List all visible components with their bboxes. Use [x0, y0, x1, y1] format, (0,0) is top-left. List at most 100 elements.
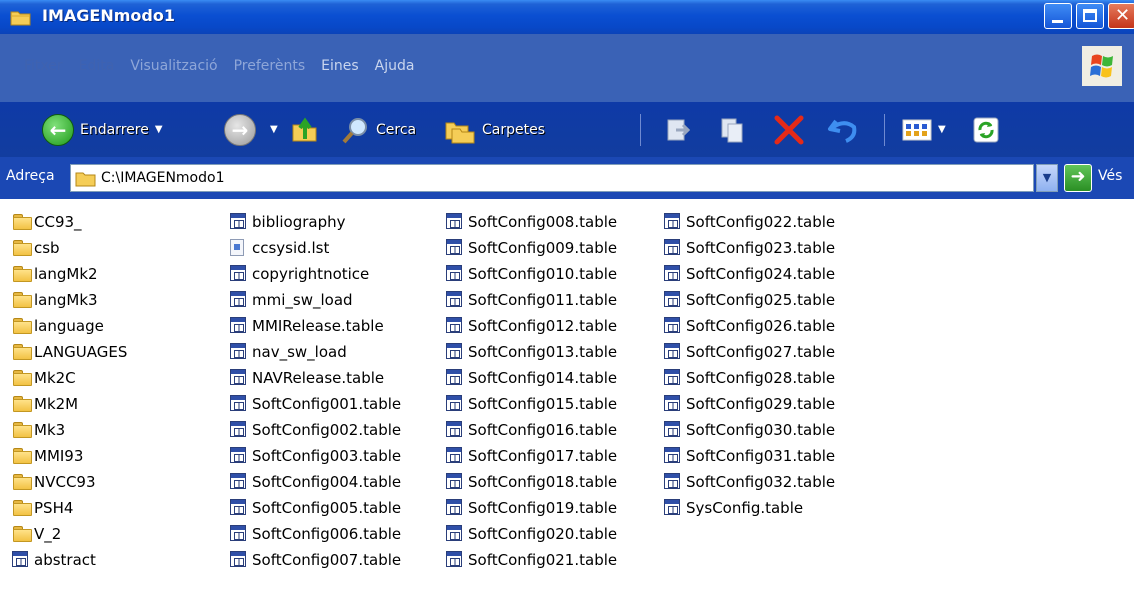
menu-file[interactable]: Fitxer: [16, 54, 71, 78]
file-item[interactable]: MMIRelease.table: [230, 313, 401, 339]
close-button[interactable]: [1108, 3, 1134, 29]
file-name: SoftConfig012.table: [468, 317, 618, 335]
back-button[interactable]: ← Endarrere ▼: [42, 102, 163, 157]
undo-button[interactable]: [826, 102, 860, 157]
file-item[interactable]: SoftConfig002.table: [230, 417, 401, 443]
maximize-button[interactable]: [1076, 3, 1104, 29]
file-item[interactable]: SoftConfig024.table: [664, 261, 835, 287]
file-item[interactable]: SoftConfig004.table: [230, 469, 401, 495]
file-item[interactable]: SoftConfig027.table: [664, 339, 835, 365]
file-item[interactable]: SoftConfig023.table: [664, 235, 835, 261]
file-item[interactable]: csb: [12, 235, 127, 261]
file-item[interactable]: SoftConfig032.table: [664, 469, 835, 495]
file-item[interactable]: SoftConfig011.table: [446, 287, 617, 313]
file-item[interactable]: PSH4: [12, 495, 127, 521]
file-item[interactable]: Mk2M: [12, 391, 127, 417]
file-item[interactable]: Mk3: [12, 417, 127, 443]
menu-view[interactable]: Visualització: [122, 54, 225, 78]
file-name: language: [34, 317, 104, 335]
minimize-button[interactable]: [1044, 3, 1072, 29]
file-item[interactable]: SoftConfig020.table: [446, 521, 617, 547]
file-item[interactable]: SoftConfig021.table: [446, 547, 617, 573]
file-item[interactable]: copyrightnotice: [230, 261, 401, 287]
file-item[interactable]: SoftConfig010.table: [446, 261, 617, 287]
table-file-icon: [664, 291, 684, 309]
file-item[interactable]: language: [12, 313, 127, 339]
address-input[interactable]: C:\IMAGENmodo1: [70, 164, 1034, 192]
file-item[interactable]: SoftConfig003.table: [230, 443, 401, 469]
move-to-button[interactable]: [662, 102, 692, 157]
file-item[interactable]: SoftConfig006.table: [230, 521, 401, 547]
delete-button[interactable]: [772, 102, 806, 157]
file-item[interactable]: abstract: [12, 547, 127, 573]
file-item[interactable]: SoftConfig028.table: [664, 365, 835, 391]
forward-arrow-icon: →: [224, 113, 256, 146]
file-item[interactable]: SoftConfig015.table: [446, 391, 617, 417]
forward-button[interactable]: → ▼: [224, 102, 278, 157]
file-item[interactable]: SysConfig.table: [664, 495, 835, 521]
search-icon: [342, 117, 367, 143]
file-item[interactable]: SoftConfig031.table: [664, 443, 835, 469]
views-dropdown-icon[interactable]: ▼: [938, 124, 946, 135]
file-item[interactable]: NAVRelease.table: [230, 365, 401, 391]
back-dropdown-icon[interactable]: ▼: [155, 124, 163, 135]
file-item[interactable]: Mk2C: [12, 365, 127, 391]
file-item[interactable]: NVCC93: [12, 469, 127, 495]
table-file-icon: [664, 395, 684, 413]
address-dropdown-icon[interactable]: ▼: [1036, 164, 1058, 192]
file-item[interactable]: SoftConfig007.table: [230, 547, 401, 573]
file-name: SoftConfig014.table: [468, 369, 618, 387]
copy-to-button[interactable]: [718, 102, 748, 157]
file-item[interactable]: SoftConfig016.table: [446, 417, 617, 443]
go-label[interactable]: Vés: [1098, 168, 1122, 184]
file-item[interactable]: langMk3: [12, 287, 127, 313]
file-item[interactable]: nav_sw_load: [230, 339, 401, 365]
file-item[interactable]: SoftConfig025.table: [664, 287, 835, 313]
file-item[interactable]: SoftConfig012.table: [446, 313, 617, 339]
table-file-icon: [664, 343, 684, 361]
file-name: PSH4: [34, 499, 74, 517]
go-arrow-icon[interactable]: ➜: [1064, 164, 1092, 192]
menu-help[interactable]: Ajuda: [367, 54, 423, 78]
file-item[interactable]: SoftConfig030.table: [664, 417, 835, 443]
menu-tools[interactable]: Eines: [313, 54, 367, 78]
table-file-icon: [12, 551, 32, 569]
title-bar[interactable]: IMAGENmodo1: [0, 0, 1134, 34]
file-item[interactable]: SoftConfig018.table: [446, 469, 617, 495]
views-button[interactable]: ▼: [902, 102, 946, 157]
file-item[interactable]: SoftConfig008.table: [446, 209, 617, 235]
file-item[interactable]: langMk2: [12, 261, 127, 287]
file-item[interactable]: ccsysid.lst: [230, 235, 401, 261]
file-item[interactable]: bibliography: [230, 209, 401, 235]
sync-button[interactable]: [972, 102, 1000, 157]
window-title: IMAGENmodo1: [42, 6, 175, 25]
file-name: SoftConfig028.table: [686, 369, 836, 387]
menu-edit[interactable]: Edita: [71, 54, 123, 78]
up-button[interactable]: [290, 102, 320, 157]
menu-favorites[interactable]: Preferènts: [226, 54, 314, 78]
search-button[interactable]: Cerca: [340, 102, 416, 157]
file-item[interactable]: SoftConfig005.table: [230, 495, 401, 521]
address-label: Adreça: [6, 168, 55, 184]
file-item[interactable]: SoftConfig001.table: [230, 391, 401, 417]
file-item[interactable]: SoftConfig013.table: [446, 339, 617, 365]
file-name: SoftConfig007.table: [252, 551, 402, 569]
file-item[interactable]: mmi_sw_load: [230, 287, 401, 313]
forward-dropdown-icon[interactable]: ▼: [270, 124, 278, 135]
file-item[interactable]: SoftConfig026.table: [664, 313, 835, 339]
file-item[interactable]: SoftConfig022.table: [664, 209, 835, 235]
folder-icon: [12, 291, 32, 309]
file-name: SoftConfig018.table: [468, 473, 618, 491]
folders-button[interactable]: Carpetes: [444, 102, 545, 157]
file-item[interactable]: CC93_: [12, 209, 127, 235]
file-item[interactable]: SoftConfig019.table: [446, 495, 617, 521]
file-name: SoftConfig030.table: [686, 421, 836, 439]
file-item[interactable]: SoftConfig017.table: [446, 443, 617, 469]
folder-icon: [12, 447, 32, 465]
file-item[interactable]: SoftConfig009.table: [446, 235, 617, 261]
file-item[interactable]: MMI93: [12, 443, 127, 469]
file-item[interactable]: SoftConfig014.table: [446, 365, 617, 391]
file-item[interactable]: V_2: [12, 521, 127, 547]
file-item[interactable]: LANGUAGES: [12, 339, 127, 365]
file-item[interactable]: SoftConfig029.table: [664, 391, 835, 417]
